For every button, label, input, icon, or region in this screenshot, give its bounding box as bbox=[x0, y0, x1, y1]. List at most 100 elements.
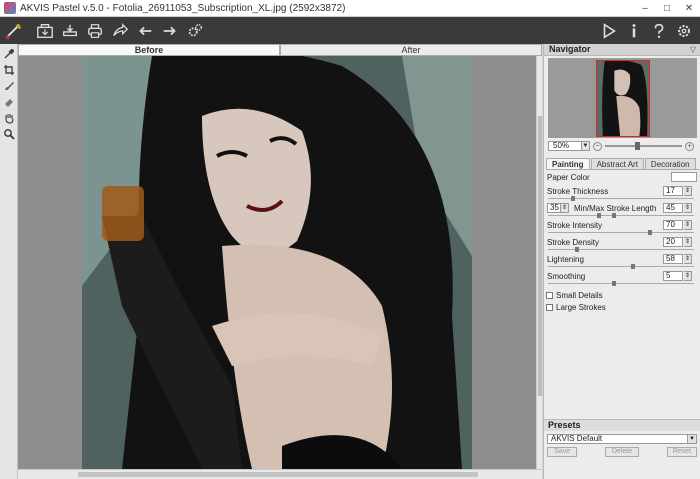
stroke-density-knob[interactable] bbox=[575, 247, 580, 252]
share-icon[interactable] bbox=[108, 19, 132, 43]
stroke-intensity-spinner[interactable]: ⇕ bbox=[684, 220, 692, 230]
smoothing-row: Smoothing 5 ⇕ bbox=[546, 271, 699, 288]
maximize-button[interactable]: □ bbox=[656, 0, 678, 17]
stroke-thickness-input[interactable]: 17 bbox=[663, 186, 683, 196]
zoom-out-icon[interactable]: − bbox=[593, 141, 602, 151]
stroke-density-spinner[interactable]: ⇕ bbox=[684, 237, 692, 247]
preset-delete-button[interactable]: Delete bbox=[605, 447, 639, 457]
navigator-preview[interactable] bbox=[548, 58, 697, 138]
zoom-icon[interactable] bbox=[0, 126, 18, 142]
navigator-header: Navigator ▽ bbox=[544, 44, 700, 56]
logo-icon bbox=[1, 19, 27, 43]
large-strokes-checkbox[interactable]: Large Strokes bbox=[546, 302, 699, 312]
lightening-input[interactable]: 58 bbox=[663, 254, 683, 264]
tool-strip bbox=[0, 44, 18, 479]
settings-icon[interactable] bbox=[183, 19, 207, 43]
stroke-intensity-knob[interactable] bbox=[648, 230, 653, 235]
crop-icon[interactable] bbox=[0, 62, 18, 78]
print-icon[interactable] bbox=[83, 19, 107, 43]
tab-painting[interactable]: Painting bbox=[546, 158, 590, 169]
stroke-length-max-spinner[interactable]: ⇕ bbox=[684, 203, 692, 213]
horizontal-scrollbar[interactable] bbox=[18, 469, 542, 479]
title-bar: AKVIS Pastel v.5.0 - Fotolia_26911053_Su… bbox=[0, 0, 700, 17]
run-icon[interactable] bbox=[597, 19, 621, 43]
zoom-dropdown-icon[interactable]: ▼ bbox=[582, 141, 590, 151]
stroke-length-min-knob[interactable] bbox=[597, 213, 602, 218]
zoom-control: 50% ▼ − + bbox=[548, 140, 697, 152]
redo-icon[interactable] bbox=[158, 19, 182, 43]
stroke-length-min-spinner[interactable]: ⇕ bbox=[561, 203, 569, 213]
photo bbox=[82, 56, 472, 469]
small-details-checkbox[interactable]: Small Details bbox=[546, 290, 699, 300]
eraser-icon[interactable] bbox=[0, 94, 18, 110]
smoothing-spinner[interactable]: ⇕ bbox=[684, 271, 692, 281]
image-canvas[interactable] bbox=[18, 56, 536, 469]
lightening-spinner[interactable]: ⇕ bbox=[684, 254, 692, 264]
lightening-label: Lightening bbox=[547, 255, 584, 264]
vertical-scroll-thumb[interactable] bbox=[538, 116, 542, 396]
small-details-box[interactable] bbox=[546, 291, 553, 299]
stroke-intensity-slider[interactable] bbox=[548, 230, 694, 235]
presets-title: Presets bbox=[544, 420, 700, 431]
collapse-icon[interactable]: ▽ bbox=[690, 44, 696, 55]
help-icon[interactable] bbox=[647, 19, 671, 43]
save-icon[interactable] bbox=[58, 19, 82, 43]
stroke-thickness-spinner[interactable]: ⇕ bbox=[684, 186, 692, 196]
hand-icon[interactable] bbox=[0, 110, 18, 126]
preset-save-button[interactable]: Save bbox=[547, 447, 577, 457]
preset-selected: AKVIS Default bbox=[551, 434, 603, 443]
stroke-length-slider[interactable] bbox=[548, 213, 694, 218]
smoothing-label: Smoothing bbox=[547, 272, 586, 281]
large-strokes-box[interactable] bbox=[546, 303, 553, 311]
eyedropper-icon[interactable] bbox=[0, 46, 18, 62]
zoom-value[interactable]: 50% bbox=[548, 141, 582, 151]
zoom-slider-knob[interactable] bbox=[635, 142, 641, 150]
vertical-scrollbar[interactable] bbox=[536, 56, 542, 469]
stroke-thickness-row: Stroke Thickness 17 ⇕ bbox=[546, 186, 699, 203]
preset-reset-button[interactable]: Reset bbox=[667, 447, 697, 457]
small-details-label: Small Details bbox=[556, 290, 603, 300]
stroke-length-row: 35 ⇕ Min/Max Stroke Length 45 ⇕ bbox=[546, 203, 699, 220]
stroke-length-min-input[interactable]: 35 bbox=[547, 203, 561, 213]
stroke-density-input[interactable]: 20 bbox=[663, 237, 683, 247]
navigator-frame[interactable] bbox=[596, 60, 650, 137]
lightening-slider[interactable] bbox=[548, 264, 694, 269]
stroke-length-max-knob[interactable] bbox=[611, 213, 616, 218]
open-icon[interactable] bbox=[33, 19, 57, 43]
smoothing-knob[interactable] bbox=[611, 281, 616, 286]
lightening-knob[interactable] bbox=[630, 264, 635, 269]
zoom-in-icon[interactable]: + bbox=[685, 141, 694, 151]
undo-icon[interactable] bbox=[133, 19, 157, 43]
stroke-density-slider[interactable] bbox=[548, 247, 694, 252]
zoom-slider[interactable] bbox=[605, 142, 682, 150]
tab-after[interactable]: After bbox=[280, 44, 542, 56]
info-icon[interactable] bbox=[622, 19, 646, 43]
smoothing-slider[interactable] bbox=[548, 281, 694, 286]
stroke-density-row: Stroke Density 20 ⇕ bbox=[546, 237, 699, 254]
tab-decoration[interactable]: Decoration bbox=[644, 158, 696, 169]
lightening-row: Lightening 58 ⇕ bbox=[546, 254, 699, 271]
large-strokes-label: Large Strokes bbox=[556, 302, 606, 312]
paper-color-label: Paper Color bbox=[547, 173, 590, 182]
preferences-icon[interactable] bbox=[672, 19, 696, 43]
preset-select[interactable]: AKVIS Default ▼ bbox=[547, 434, 697, 444]
stroke-thickness-knob[interactable] bbox=[570, 196, 575, 201]
stroke-density-label: Stroke Density bbox=[547, 238, 600, 247]
view-tabs: Before After bbox=[18, 44, 542, 56]
close-button[interactable]: ✕ bbox=[678, 0, 700, 17]
paper-color-swatch[interactable] bbox=[671, 172, 697, 182]
horizontal-scroll-thumb[interactable] bbox=[78, 472, 478, 477]
stroke-length-max-input[interactable]: 45 bbox=[663, 203, 683, 213]
preset-buttons: Save Delete Reset bbox=[547, 447, 697, 457]
stroke-intensity-label: Stroke Intensity bbox=[547, 221, 603, 230]
stroke-intensity-input[interactable]: 70 bbox=[663, 220, 683, 230]
preset-dropdown-icon[interactable]: ▼ bbox=[687, 435, 696, 443]
stroke-thickness-slider[interactable] bbox=[548, 196, 694, 201]
smoothing-input[interactable]: 5 bbox=[663, 271, 683, 281]
tab-abstract-art[interactable]: Abstract Art bbox=[590, 158, 644, 169]
app-logo-icon bbox=[4, 2, 16, 14]
brush-icon[interactable] bbox=[0, 78, 18, 94]
painting-params: Paper Color Stroke Thickness 17 ⇕ 35 ⇕ M… bbox=[546, 172, 699, 312]
tab-before[interactable]: Before bbox=[18, 44, 280, 56]
minimize-button[interactable]: – bbox=[634, 0, 656, 17]
